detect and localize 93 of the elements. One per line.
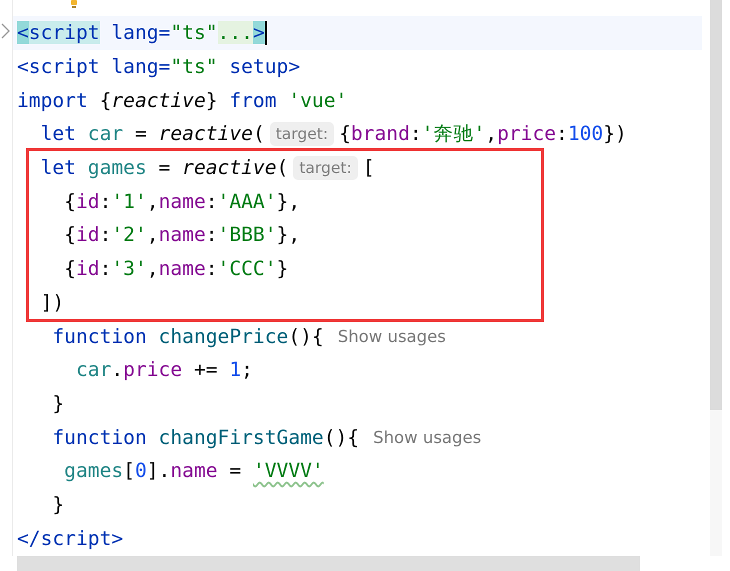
code-punctuation: . [111, 358, 124, 382]
number-literal: 1 [229, 358, 242, 382]
code-punctuation: : [206, 223, 218, 246]
code-punctuation: } [51, 392, 64, 415]
property-name: brand [350, 122, 410, 146]
function-call: reactive [158, 122, 253, 146]
lightbulb-icon[interactable] [69, 0, 79, 8]
folded-text: ... [218, 21, 253, 44]
tag-name: script [28, 21, 100, 44]
code-punctuation: }) [603, 122, 627, 146]
function-call: reactive [111, 88, 206, 112]
code-punctuation: , [146, 223, 159, 246]
code-punctuation: [ [123, 459, 135, 482]
code-punctuation: ( [252, 122, 265, 146]
code-punctuation: += [192, 358, 219, 382]
string-literal: 'AAA' [218, 190, 277, 213]
parameter-hint: target: [293, 156, 358, 180]
code-punctuation: (){ [288, 324, 324, 348]
tag-text: setup> [228, 55, 300, 78]
property-name: price [497, 122, 556, 146]
code-punctuation: : [100, 257, 112, 280]
code-punctuation: { [339, 122, 351, 146]
code-punctuation: : [206, 190, 218, 213]
code-punctuation: }, [276, 190, 300, 213]
code-punctuation: : [100, 223, 112, 246]
number-literal: 0 [134, 459, 147, 482]
code-punctuation: } [51, 492, 64, 516]
property-name: name [158, 190, 206, 213]
keyword: let [40, 122, 76, 146]
code-punctuation: : [556, 122, 568, 146]
string-literal: "ts" [170, 21, 218, 44]
parameter-hint: target: [270, 122, 334, 146]
horizontal-scrollbar[interactable] [17, 556, 640, 571]
property-name: name [170, 459, 218, 482]
property-name: id [76, 257, 100, 280]
property-name: name [158, 257, 206, 280]
usages-link[interactable]: Show usages [338, 326, 446, 346]
tag-bracket: < [17, 21, 29, 44]
variable-name: car [86, 122, 124, 146]
property-name: id [76, 190, 100, 213]
string-literal: '1' [111, 190, 147, 213]
keyword: function [51, 324, 147, 348]
string-literal: 'vue' [287, 88, 348, 112]
code-punctuation: , [146, 190, 159, 213]
string-literal: "ts" [170, 55, 218, 78]
code-punctuation: = [158, 156, 172, 180]
code-punctuation: = [228, 459, 242, 482]
code-punctuation: = [134, 122, 148, 146]
string-literal: '2' [111, 223, 147, 246]
string-literal: '奔驰' [422, 121, 486, 148]
property-name: id [76, 223, 100, 246]
tag-text: lang= [110, 55, 170, 78]
tag-text: </script> [17, 526, 124, 550]
keyword: function [51, 426, 147, 449]
code-punctuation: ( [276, 156, 288, 180]
number-literal: 100 [568, 122, 604, 146]
property-name: name [158, 223, 206, 246]
usages-link[interactable]: Show usages [373, 428, 482, 447]
function-call: reactive [182, 156, 277, 180]
string-literal: 'BBB' [218, 223, 277, 246]
code-punctuation: [ [362, 156, 374, 180]
code-punctuation: { [63, 223, 76, 246]
code-punctuation: { [98, 88, 112, 112]
tag-text: <script [17, 55, 100, 78]
function-name: changFirstGame [158, 426, 324, 449]
scrollbar-thumb[interactable] [710, 0, 722, 410]
code-punctuation: : [206, 257, 218, 280]
code-punctuation: , [146, 257, 159, 280]
variable-name: games [63, 459, 124, 482]
string-literal: 'VVVV' [252, 459, 324, 482]
code-punctuation: } [206, 88, 219, 112]
code-punctuation: , [485, 122, 498, 146]
code-punctuation: ; [241, 358, 253, 382]
keyword: let [40, 156, 76, 180]
code-punctuation: }, [276, 223, 300, 246]
code-punctuation: } [276, 257, 288, 280]
variable-name: car [74, 358, 112, 382]
property-name: price [123, 358, 182, 382]
code-punctuation: : [100, 190, 112, 213]
tag-bracket: > [252, 21, 265, 44]
code-punctuation: ]) [40, 290, 64, 314]
variable-name: games [86, 156, 147, 180]
keyword: from [229, 88, 277, 112]
function-name: changePrice [158, 324, 288, 348]
code-punctuation: { [63, 257, 76, 280]
string-literal: 'CCC' [218, 257, 277, 280]
tag-text: lang= [110, 21, 170, 44]
code-punctuation: (){ [324, 426, 360, 449]
code-punctuation: { [63, 190, 76, 213]
code-punctuation: : [410, 122, 422, 146]
code-punctuation: ]. [146, 459, 170, 482]
keyword: import [17, 88, 88, 112]
string-literal: '3' [111, 257, 147, 280]
